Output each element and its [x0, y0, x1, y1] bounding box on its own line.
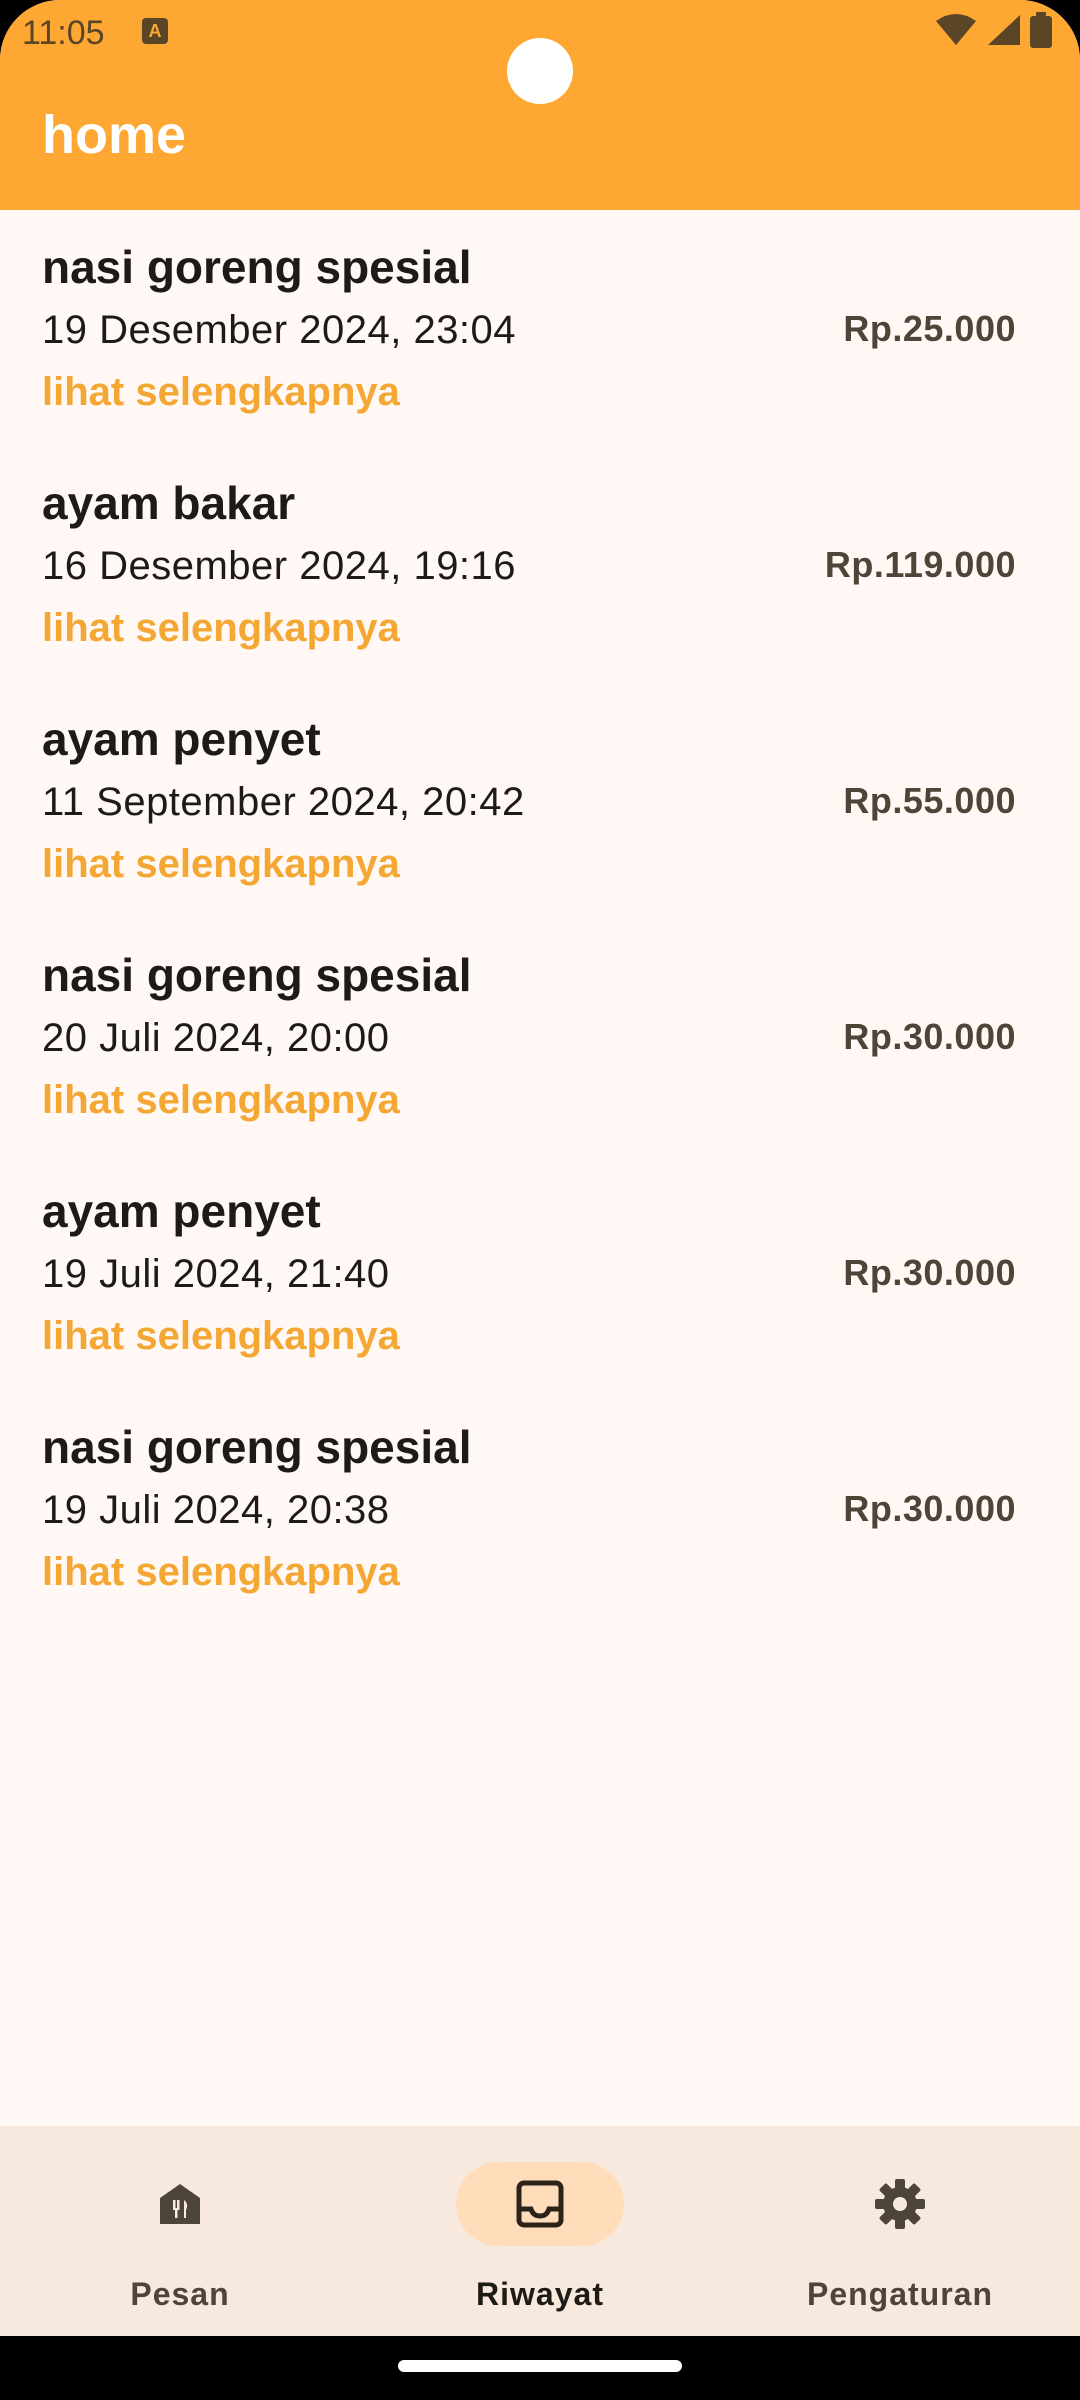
- see-more-link[interactable]: lihat selengkapnya: [42, 606, 400, 651]
- nav-label: Riwayat: [476, 2276, 604, 2312]
- nav-indicator: [816, 2162, 984, 2246]
- wifi-icon: [936, 14, 976, 45]
- list-item[interactable]: nasi goreng spesial 19 Juli 2024, 20:38 …: [0, 1390, 1080, 1626]
- order-price: Rp.55.000: [843, 780, 1016, 821]
- order-price: Rp.30.000: [843, 1016, 1016, 1057]
- status-icons: [936, 12, 1052, 48]
- order-name: ayam bakar: [42, 477, 296, 529]
- nav-indicator: [456, 2162, 624, 2246]
- page-title: home: [42, 105, 187, 165]
- nav-indicator: [96, 2162, 264, 2246]
- order-price: Rp.119.000: [824, 544, 1016, 585]
- order-history-list: nasi goreng spesial 19 Desember 2024, 23…: [0, 210, 1080, 1626]
- order-date: 16 Desember 2024, 19:16: [42, 544, 517, 588]
- order-date: 19 Desember 2024, 23:04: [42, 308, 517, 352]
- order-price: Rp.25.000: [843, 308, 1016, 349]
- app-bar: 11:05 A home: [0, 0, 1080, 210]
- home-gesture-handle[interactable]: [398, 2360, 682, 2372]
- order-price: Rp.30.000: [843, 1488, 1016, 1529]
- nav-item-riwayat[interactable]: Riwayat: [360, 2126, 720, 2336]
- cell-signal-icon: [988, 15, 1020, 45]
- order-name: ayam penyet: [42, 713, 321, 765]
- order-date: 19 Juli 2024, 21:40: [42, 1252, 390, 1296]
- see-more-link[interactable]: lihat selengkapnya: [42, 1314, 400, 1359]
- camera-cutout: [507, 38, 573, 104]
- see-more-link[interactable]: lihat selengkapnya: [42, 1550, 400, 1595]
- list-item[interactable]: nasi goreng spesial 20 Juli 2024, 20:00 …: [0, 918, 1080, 1154]
- order-date: 11 September 2024, 20:42: [42, 780, 525, 824]
- order-name: nasi goreng spesial: [42, 241, 472, 293]
- status-time: 11:05: [22, 14, 105, 52]
- see-more-link[interactable]: lihat selengkapnya: [42, 1078, 400, 1123]
- gesture-bar: [0, 2336, 1080, 2400]
- list-item[interactable]: ayam penyet 19 Juli 2024, 21:40 lihat se…: [0, 1154, 1080, 1390]
- order-date: 20 Juli 2024, 20:00: [42, 1016, 390, 1060]
- order-price: Rp.30.000: [843, 1252, 1016, 1293]
- battery-icon: [1030, 12, 1052, 48]
- order-name: nasi goreng spesial: [42, 1421, 472, 1473]
- gear-icon: [875, 2179, 925, 2229]
- app-screen: 11:05 A home nasi goreng spesial 19 Dese…: [0, 0, 1080, 2400]
- order-date: 19 Juli 2024, 20:38: [42, 1488, 390, 1532]
- nav-item-pengaturan[interactable]: Pengaturan: [720, 2126, 1080, 2336]
- restaurant-house-icon: [160, 2184, 200, 2224]
- a-notification-icon: A: [142, 18, 168, 44]
- nav-label: Pesan: [130, 2276, 230, 2312]
- see-more-link[interactable]: lihat selengkapnya: [42, 370, 400, 415]
- see-more-link[interactable]: lihat selengkapnya: [42, 842, 400, 887]
- list-item[interactable]: nasi goreng spesial 19 Desember 2024, 23…: [0, 210, 1080, 446]
- nav-label: Pengaturan: [806, 2276, 994, 2312]
- inbox-icon: [516, 2180, 564, 2228]
- bottom-navigation: Pesan Riwayat Pengaturan: [0, 2126, 1080, 2336]
- list-item[interactable]: ayam bakar 16 Desember 2024, 19:16 lihat…: [0, 446, 1080, 682]
- order-name: nasi goreng spesial: [42, 949, 472, 1001]
- nav-item-pesan[interactable]: Pesan: [0, 2126, 360, 2336]
- list-item[interactable]: ayam penyet 11 September 2024, 20:42 lih…: [0, 682, 1080, 918]
- order-name: ayam penyet: [42, 1185, 321, 1237]
